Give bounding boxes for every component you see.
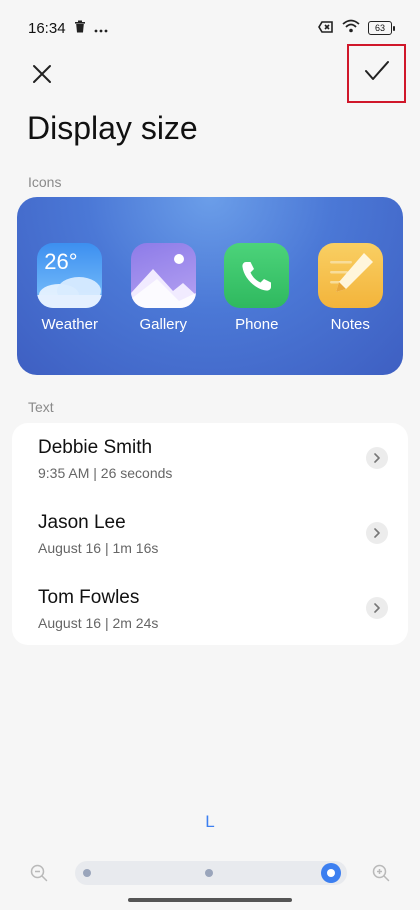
close-icon [32, 64, 52, 89]
gallery-icon [130, 243, 196, 308]
contact-name: Tom Fowles [38, 587, 140, 608]
slider-thumb[interactable] [321, 863, 341, 883]
contact-detail: August 16 | 1m 16s [38, 540, 159, 556]
chevron-right-icon[interactable] [366, 447, 388, 469]
wifi-icon [342, 19, 360, 37]
list-item[interactable]: Jason Lee August 16 | 1m 16s [12, 498, 408, 573]
contact-detail: 9:35 AM | 26 seconds [38, 465, 173, 481]
app-label-weather: Weather [41, 316, 98, 333]
zoom-out-icon[interactable] [30, 864, 48, 882]
home-indicator[interactable] [128, 898, 292, 902]
app-label-notes: Notes [330, 316, 370, 333]
app-phone: Phone [216, 243, 298, 333]
icons-section-label: Icons [28, 174, 62, 190]
notes-icon [317, 243, 383, 308]
app-label-gallery: Gallery [139, 316, 187, 333]
zoom-in-icon[interactable] [372, 864, 390, 882]
text-section-label: Text [28, 399, 54, 415]
battery-level: 63 [374, 23, 385, 33]
weather-icon: 26° [37, 243, 103, 308]
app-weather: 26° Weather [29, 243, 111, 333]
text-preview-card: Debbie Smith 9:35 AM | 26 seconds Jason … [12, 423, 408, 645]
status-time: 16:34 [28, 19, 66, 37]
contact-detail: August 16 | 2m 24s [38, 615, 159, 631]
app-label-phone: Phone [235, 316, 279, 333]
close-button[interactable] [24, 58, 60, 94]
contact-name: Debbie Smith [38, 437, 153, 458]
slider-step[interactable] [83, 869, 91, 877]
list-item[interactable]: Tom Fowles August 16 | 2m 24s [12, 573, 408, 648]
icons-preview-panel: 26° Weather Gallery Phone Notes [17, 197, 403, 375]
phone-icon [224, 243, 290, 308]
size-slider[interactable] [75, 861, 347, 885]
current-size-label: L [205, 812, 215, 831]
confirm-button[interactable] [347, 44, 406, 103]
status-left: 16:34 [28, 20, 108, 37]
check-icon [364, 60, 390, 87]
battery-icon: 63 [368, 21, 395, 35]
app-notes: Notes [309, 243, 391, 333]
chevron-right-icon[interactable] [366, 522, 388, 544]
more-dots-icon [94, 20, 108, 37]
slider-step[interactable] [205, 869, 213, 877]
no-sim-icon [318, 20, 334, 37]
app-gallery: Gallery [122, 243, 204, 333]
chevron-right-icon[interactable] [366, 597, 388, 619]
list-item[interactable]: Debbie Smith 9:35 AM | 26 seconds [12, 423, 408, 498]
status-right: 63 [318, 19, 395, 37]
contact-name: Jason Lee [38, 512, 126, 533]
trash-icon [74, 20, 86, 37]
page-title: Display size [27, 110, 198, 146]
